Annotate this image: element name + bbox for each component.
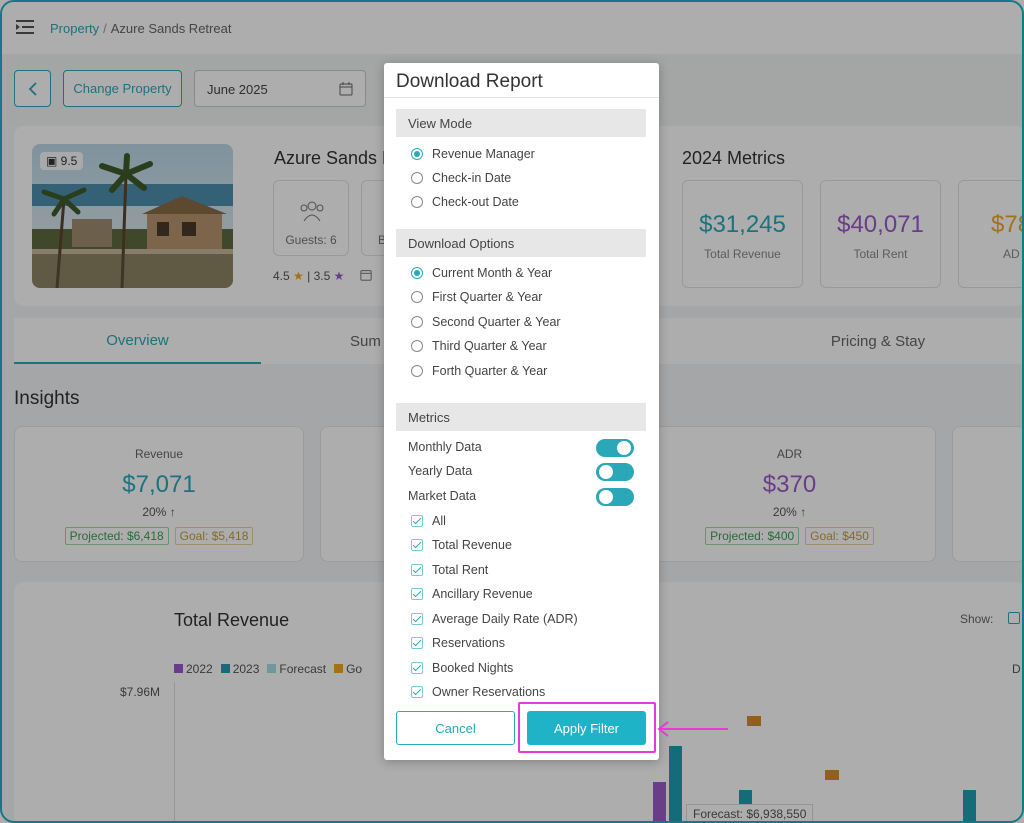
check-label: Booked Nights: [432, 661, 514, 675]
arrow-left-icon: [657, 721, 728, 737]
checkbox-checked[interactable]: [411, 588, 423, 600]
option-label: Third Quarter & Year: [432, 339, 547, 353]
view-mode-option-check-out[interactable]: Check-out Date: [411, 194, 519, 210]
option-label: Forth Quarter & Year: [432, 364, 548, 378]
option-label: First Quarter & Year: [432, 290, 543, 304]
metric-check-adr[interactable]: Average Daily Rate (ADR): [411, 611, 578, 627]
check-label: Average Daily Rate (ADR): [432, 612, 578, 626]
radio[interactable]: [411, 316, 423, 328]
checkbox-checked[interactable]: [411, 662, 423, 674]
download-option-first-quarter[interactable]: First Quarter & Year: [411, 289, 542, 305]
radio[interactable]: [411, 172, 423, 184]
metric-check-reservations[interactable]: Reservations: [411, 635, 505, 651]
checkbox-checked[interactable]: [411, 637, 423, 649]
cancel-button[interactable]: Cancel: [396, 711, 515, 745]
toggle-label: Yearly Data: [408, 464, 473, 478]
checkbox-checked[interactable]: [411, 686, 423, 698]
check-label: Total Rent: [432, 563, 489, 577]
modal-divider: [384, 97, 659, 98]
radio-selected[interactable]: [411, 267, 423, 279]
option-label: Current Month & Year: [432, 266, 553, 280]
metrics-heading: Metrics: [396, 403, 646, 431]
view-mode-option-revenue-manager[interactable]: Revenue Manager: [411, 146, 535, 162]
checkbox-checked[interactable]: [411, 613, 423, 625]
download-option-forth-quarter[interactable]: Forth Quarter & Year: [411, 363, 547, 379]
checkbox-checked[interactable]: [411, 564, 423, 576]
option-label: Revenue Manager: [432, 147, 535, 161]
switch-knob: [599, 490, 613, 504]
market-data-toggle-row: Market Data: [408, 488, 634, 506]
yearly-data-switch[interactable]: [596, 463, 634, 481]
radio[interactable]: [411, 291, 423, 303]
highlight-annotation: [518, 702, 656, 753]
metric-check-ancillary-revenue[interactable]: Ancillary Revenue: [411, 586, 533, 602]
yearly-data-toggle-row: Yearly Data: [408, 463, 634, 481]
download-report-modal: Download Report View Mode Revenue Manage…: [384, 63, 659, 760]
radio[interactable]: [411, 365, 423, 377]
download-option-third-quarter[interactable]: Third Quarter & Year: [411, 338, 547, 354]
download-option-second-quarter[interactable]: Second Quarter & Year: [411, 314, 561, 330]
monthly-data-toggle-row: Monthly Data: [408, 439, 634, 457]
checkbox-checked[interactable]: [411, 539, 423, 551]
option-label: Check-in Date: [432, 171, 512, 185]
download-options-heading: Download Options: [396, 229, 646, 257]
metric-check-all[interactable]: All: [411, 513, 446, 529]
check-label: All: [432, 514, 446, 528]
toggle-label: Monthly Data: [408, 440, 482, 454]
option-label: Check-out Date: [432, 195, 519, 209]
check-label: Reservations: [432, 636, 505, 650]
metric-check-total-revenue[interactable]: Total Revenue: [411, 537, 512, 553]
checkbox-checked[interactable]: [411, 515, 423, 527]
monthly-data-switch[interactable]: [596, 439, 634, 457]
metric-check-booked-nights[interactable]: Booked Nights: [411, 660, 513, 676]
radio[interactable]: [411, 340, 423, 352]
check-label: Ancillary Revenue: [432, 587, 533, 601]
modal-title: Download Report: [396, 71, 543, 92]
view-mode-heading: View Mode: [396, 109, 646, 137]
check-label: Owner Reservations: [432, 685, 546, 699]
switch-knob: [599, 465, 613, 479]
metric-check-total-rent[interactable]: Total Rent: [411, 562, 488, 578]
download-option-current-month[interactable]: Current Month & Year: [411, 265, 552, 281]
check-label: Total Revenue: [432, 538, 512, 552]
radio-selected[interactable]: [411, 148, 423, 160]
radio[interactable]: [411, 196, 423, 208]
metric-check-owner-reservations[interactable]: Owner Reservations: [411, 684, 545, 700]
toggle-label: Market Data: [408, 489, 477, 503]
switch-knob: [617, 441, 631, 455]
option-label: Second Quarter & Year: [432, 315, 561, 329]
view-mode-option-check-in[interactable]: Check-in Date: [411, 170, 511, 186]
market-data-switch[interactable]: [596, 488, 634, 506]
